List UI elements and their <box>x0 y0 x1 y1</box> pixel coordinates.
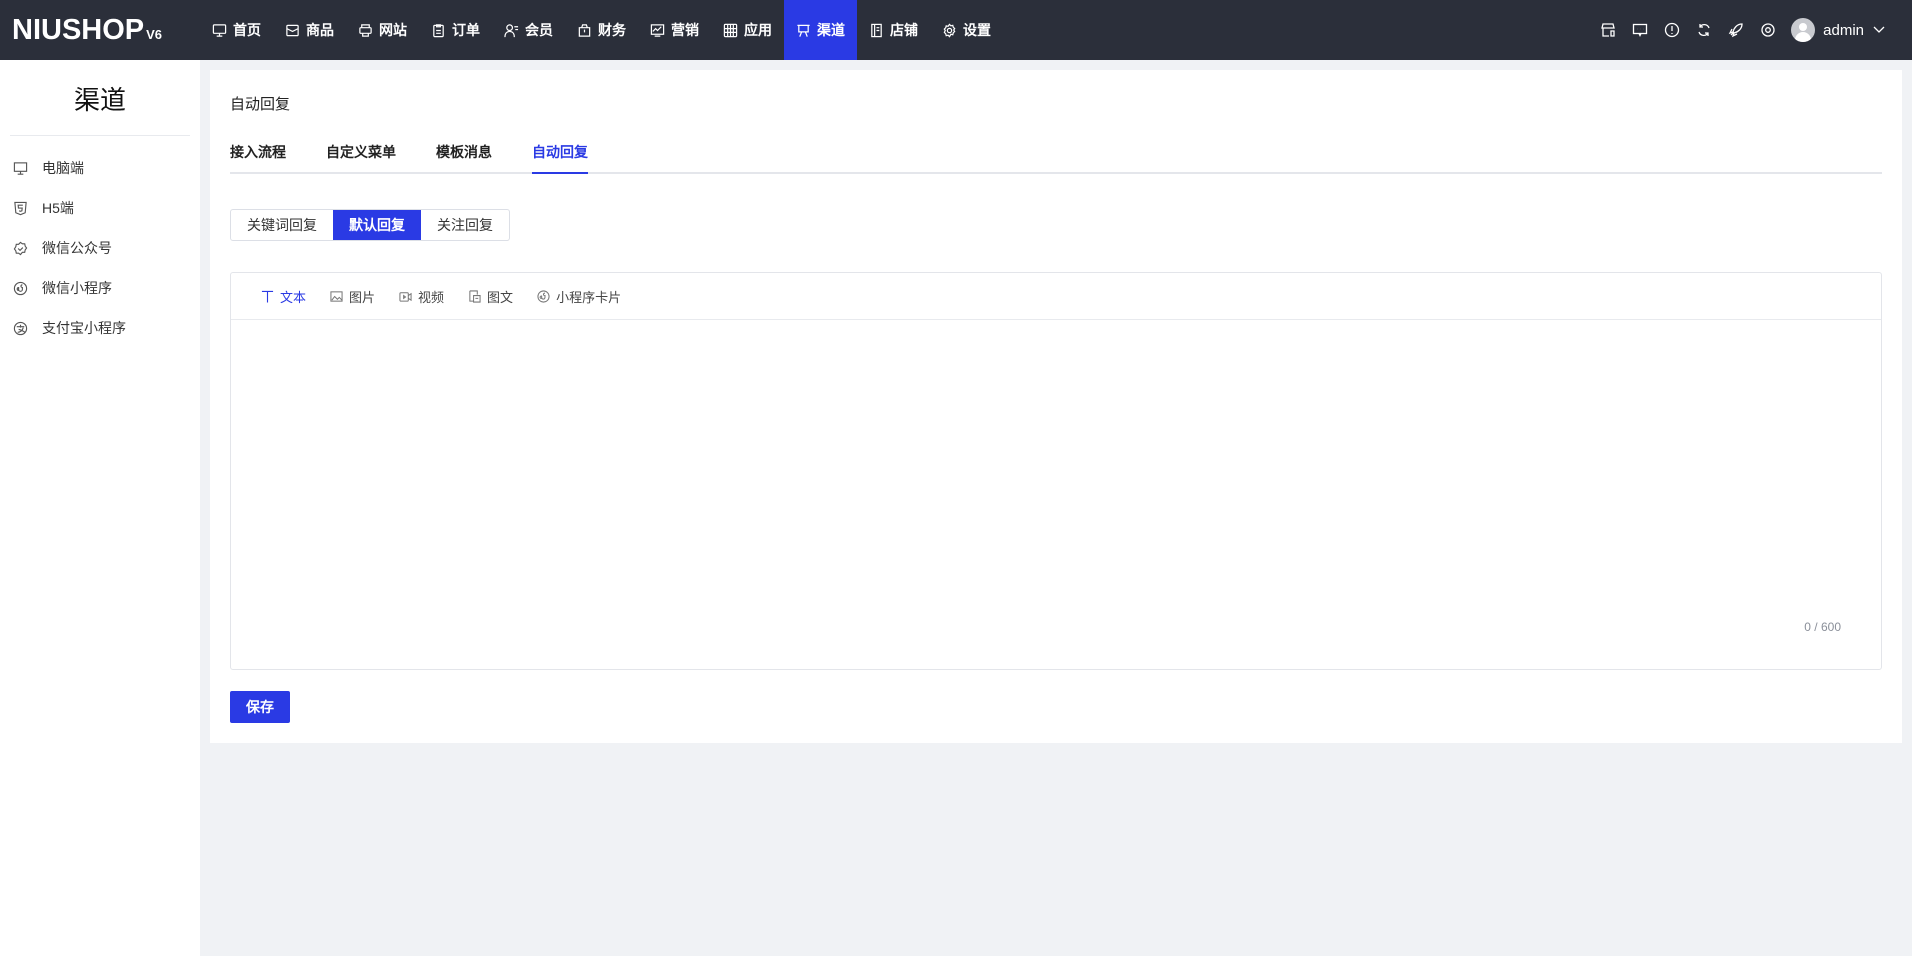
printer-icon <box>359 23 372 37</box>
message-icon[interactable] <box>1631 21 1649 39</box>
nav-settings[interactable]: 设置 <box>930 0 1003 60</box>
sidebar-item-label: 支付宝小程序 <box>42 320 126 336</box>
nav-website[interactable]: 网站 <box>346 0 419 60</box>
monitor-icon <box>13 161 28 175</box>
sidebar-item-label: 电脑端 <box>42 160 84 176</box>
logo-text: NIUSHOP <box>12 14 145 46</box>
sidebar-item-alipay-miniprogram[interactable]: 支付宝小程序 <box>0 308 200 348</box>
avatar[interactable] <box>1791 18 1816 42</box>
chevron-down-icon[interactable] <box>1872 22 1886 39</box>
apps-icon <box>723 23 738 37</box>
tab-template-message[interactable]: 模板消息 <box>436 142 492 174</box>
nav-label: 首页 <box>233 22 261 38</box>
alipay-icon <box>13 321 28 335</box>
nav-label: 设置 <box>963 22 991 38</box>
book-icon <box>871 23 882 37</box>
nav-label: 商品 <box>306 22 334 38</box>
sidebar-item-pc[interactable]: 电脑端 <box>0 148 200 188</box>
nav-apps[interactable]: 应用 <box>711 0 784 60</box>
main-nav: 首页 商品 网站 订单 会员 财务 营销 应用 渠道 店铺 设置 <box>200 0 1003 60</box>
text-icon <box>261 290 274 303</box>
tool-article[interactable]: 图文 <box>468 287 513 306</box>
tool-label: 图片 <box>349 289 376 305</box>
logo[interactable]: NIUSHOP V6 <box>12 14 162 47</box>
nav-home[interactable]: 首页 <box>200 0 273 60</box>
image-icon <box>330 290 343 302</box>
tool-image[interactable]: 图片 <box>330 287 375 306</box>
monitor-icon <box>212 23 227 37</box>
store-icon[interactable] <box>1599 21 1617 39</box>
keyword-reply-button[interactable]: 关键词回复 <box>231 210 333 240</box>
clipboard-icon <box>433 23 444 37</box>
tab-auto-reply[interactable]: 自动回复 <box>532 142 588 174</box>
nav-label: 店铺 <box>890 22 918 38</box>
nav-label: 财务 <box>598 22 626 38</box>
follow-reply-button[interactable]: 关注回复 <box>421 210 509 240</box>
tool-label: 视频 <box>418 289 445 305</box>
tool-label: 小程序卡片 <box>556 289 622 305</box>
default-reply-button[interactable]: 默认回复 <box>333 210 421 240</box>
header-tools: admin <box>1599 0 1886 60</box>
reply-editor: 文本 图片 视频 图文 小程序卡片 0 / 600 <box>230 272 1882 670</box>
verified-badge-icon <box>13 241 28 255</box>
sidebar-item-wechat-official[interactable]: 微信公众号 <box>0 228 200 268</box>
tool-label: 图文 <box>487 289 514 305</box>
sidebar-title: 渠道 <box>73 85 126 115</box>
tab-custom-menu[interactable]: 自定义菜单 <box>326 142 396 174</box>
divider <box>10 135 190 136</box>
char-counter: 0 / 600 <box>1804 620 1841 634</box>
box-icon <box>286 24 299 36</box>
nav-store[interactable]: 店铺 <box>857 0 930 60</box>
sidebar-item-label: 微信小程序 <box>42 280 112 296</box>
article-icon <box>469 289 481 303</box>
tool-video[interactable]: 视频 <box>399 287 444 306</box>
nav-members[interactable]: 会员 <box>492 0 565 60</box>
tool-miniprogram-card[interactable]: 小程序卡片 <box>537 287 621 306</box>
sidebar-item-label: 微信公众号 <box>42 240 112 256</box>
settings-icon[interactable] <box>1759 21 1777 39</box>
board-icon <box>797 24 810 37</box>
tabs: 接入流程 自定义菜单 模板消息 自动回复 <box>230 142 1882 174</box>
rocket-icon[interactable] <box>1727 21 1745 39</box>
sidebar-item-h5[interactable]: H5端 <box>0 188 200 228</box>
nav-channels[interactable]: 渠道 <box>784 0 857 60</box>
top-header: NIUSHOP V6 首页 商品 网站 订单 会员 财务 营销 应用 渠道 店铺 … <box>0 0 1912 60</box>
tool-text[interactable]: 文本 <box>261 287 306 306</box>
nav-label: 营销 <box>671 22 699 38</box>
user-icon <box>504 23 519 37</box>
nav-label: 订单 <box>452 22 480 38</box>
html5-icon <box>14 201 27 215</box>
save-button[interactable]: 保存 <box>230 691 290 723</box>
sidebar: 渠道 电脑端 H5端 微信公众号 微信小程序 支付宝小程序 <box>0 60 200 956</box>
logo-version: V6 <box>146 27 163 42</box>
nav-goods[interactable]: 商品 <box>273 0 346 60</box>
nav-label: 应用 <box>744 22 772 38</box>
tool-label: 文本 <box>280 289 307 305</box>
gear-icon <box>943 22 956 38</box>
nav-marketing[interactable]: 营销 <box>638 0 711 60</box>
nav-label: 渠道 <box>817 22 845 38</box>
reply-type-group: 关键词回复 默认回复 关注回复 <box>230 209 510 241</box>
page-title: 自动回复 <box>230 96 291 113</box>
nav-orders[interactable]: 订单 <box>419 0 492 60</box>
content-card: 自动回复 接入流程 自定义菜单 模板消息 自动回复 关键词回复 默认回复 关注回… <box>210 70 1902 743</box>
reply-text-input[interactable] <box>231 320 1881 660</box>
editor-toolbar: 文本 图片 视频 图文 小程序卡片 <box>231 273 1881 320</box>
chart-icon <box>650 23 665 37</box>
user-name[interactable]: admin <box>1823 22 1864 39</box>
miniprogram-icon <box>537 289 550 303</box>
sidebar-item-label: H5端 <box>42 200 74 216</box>
nav-label: 会员 <box>525 22 553 38</box>
refresh-icon[interactable] <box>1695 21 1713 39</box>
bag-icon <box>578 23 591 37</box>
tab-access-flow[interactable]: 接入流程 <box>230 142 286 174</box>
nav-finance[interactable]: 财务 <box>565 0 638 60</box>
info-icon[interactable] <box>1663 21 1681 39</box>
sidebar-item-wechat-miniprogram[interactable]: 微信小程序 <box>0 268 200 308</box>
nav-label: 网站 <box>379 22 407 38</box>
miniprogram-icon <box>13 281 28 295</box>
video-icon <box>399 291 412 302</box>
